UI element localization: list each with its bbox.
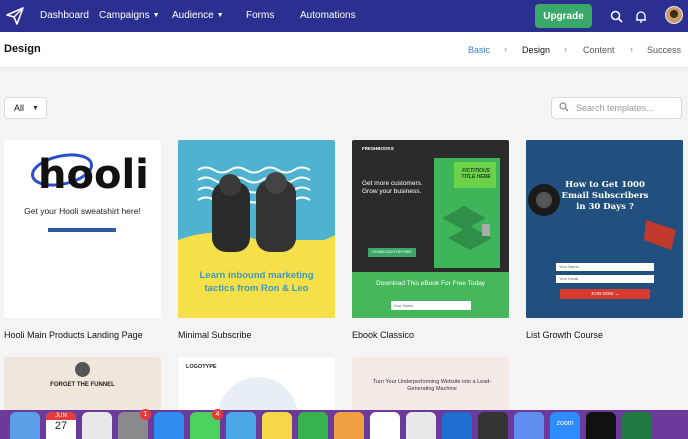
thumb-cta: Download This eBook For Free Today [376, 280, 485, 287]
thumb-cta: JOIN NOW → [560, 289, 650, 299]
template-card-minimal-subscribe[interactable]: Learn inbound marketing tactics from Ron… [178, 140, 335, 340]
template-thumbnail: hooli Get your Hooli sweatshirt here! [4, 140, 161, 318]
terminal-icon[interactable] [586, 412, 616, 439]
excel-icon[interactable] [622, 412, 652, 439]
avatar[interactable] [665, 6, 683, 24]
thumb-text: Get your Hooli sweatshirt here! [24, 206, 141, 216]
hooli-logo: hooli [31, 152, 149, 232]
template-name: List Growth Course [526, 330, 604, 340]
outlook-icon[interactable] [442, 412, 472, 439]
figma-icon[interactable] [478, 412, 508, 439]
maps-icon[interactable] [226, 412, 256, 439]
nav-campaigns[interactable]: Campaigns ▼ [99, 10, 160, 21]
search-icon [559, 99, 569, 117]
nav-dashboard-label: Dashboard [40, 10, 89, 21]
template-thumbnail: How to Get 1000 Email Subscribers in 30 … [526, 140, 683, 318]
top-nav: Dashboard Campaigns ▼ Audience ▼ Forms Aut… [0, 0, 688, 32]
calendar-month: JUN [46, 412, 76, 420]
page-header: Design Basic › Design › Content › Succes… [0, 32, 688, 68]
bell-icon[interactable] [633, 8, 649, 24]
finder-icon[interactable] [10, 412, 40, 439]
thumb-text: LOGOTYPE [186, 364, 217, 370]
thumb-field: Your Email [556, 275, 654, 283]
nav-forms-label: Forms [246, 10, 275, 21]
template-card-list-growth-course[interactable]: How to Get 1000 Email Subscribers in 30 … [526, 140, 683, 340]
pages-icon[interactable] [334, 412, 364, 439]
launchpad-icon[interactable] [82, 412, 112, 439]
thumb-brand: FRESHBOOKS [362, 146, 394, 151]
template-name: Hooli Main Products Landing Page [4, 330, 143, 340]
nav-audience-label: Audience [172, 10, 214, 21]
template-card-lead-generating[interactable]: Turn Your Underperforming Website into a… [352, 357, 509, 417]
thumb-button: DOWNLOAD FOR FREE [368, 248, 416, 257]
thumb-headline: How to Get 1000 Email Subscribers in 30 … [561, 180, 649, 213]
nav-audience[interactable]: Audience ▼ [172, 10, 224, 21]
page-title: Design [4, 43, 41, 55]
category-select[interactable]: All ▼ [4, 97, 47, 119]
template-card-forget-the-funnel[interactable]: FORGET THE FUNNEL [4, 357, 161, 417]
thumb-headline: Get more customers. Grow your business. [362, 180, 423, 196]
thumb-text: FORGET THE FUNNEL [50, 382, 115, 388]
template-search[interactable] [551, 97, 682, 119]
thumb-text: Learn inbound marketing tactics from Ron… [199, 270, 314, 294]
notes-icon[interactable] [262, 412, 292, 439]
category-value: All [14, 103, 25, 113]
thumb-text: Turn Your Underperforming Website into a… [372, 379, 492, 393]
chevron-right-icon: › [504, 44, 507, 54]
app-icon[interactable] [514, 412, 544, 439]
zoom-icon[interactable]: zoom [550, 412, 580, 439]
slack-icon[interactable] [370, 412, 400, 439]
settings-icon[interactable]: 1 [118, 409, 151, 439]
notification-badge: 4 [212, 409, 223, 420]
template-card-logotype[interactable]: LOGOTYPE [178, 357, 335, 417]
thumb-logo [75, 362, 90, 377]
nav-dashboard[interactable]: Dashboard [40, 10, 89, 21]
chevron-down-icon: ▼ [32, 104, 39, 112]
template-card-hooli[interactable]: hooli Get your Hooli sweatshirt here! Ho… [4, 140, 161, 340]
chevron-down-icon: ▼ [216, 12, 224, 19]
template-thumbnail: FRESHBOOKS Get more customers. Grow your… [352, 140, 509, 318]
thumb-footer: Download This eBook For Free Today Your … [352, 272, 509, 318]
app-store-icon[interactable] [154, 412, 184, 439]
paper-plane-icon[interactable] [4, 5, 26, 27]
hooli-logo-text: hooli [38, 152, 149, 198]
step-basic[interactable]: Basic [468, 45, 490, 55]
dock-apps: JUN 27 1 4 zoom [0, 409, 688, 439]
step-design[interactable]: Design [522, 45, 550, 55]
chevron-down-icon: ▼ [152, 12, 160, 19]
thumb-badge: FICTITIOUS TITLE HERE [461, 168, 491, 180]
thumb-field: Your Name [556, 263, 654, 271]
chrome-icon[interactable] [406, 412, 436, 439]
search-icon[interactable] [608, 8, 624, 24]
nav-forms[interactable]: Forms [246, 10, 274, 21]
upgrade-button[interactable]: Upgrade [535, 4, 592, 28]
template-card-ebook-classico[interactable]: FRESHBOOKS Get more customers. Grow your… [352, 140, 509, 340]
template-thumbnail: Learn inbound marketing tactics from Ron… [178, 140, 335, 318]
step-content[interactable]: Content [583, 45, 615, 55]
calendar-icon[interactable]: JUN 27 [46, 412, 76, 439]
template-thumbnail: Turn Your Underperforming Website into a… [352, 357, 509, 417]
calendar-day: 27 [54, 420, 68, 432]
template-name: Minimal Subscribe [178, 330, 252, 340]
nav-automations-label: Automations [300, 10, 356, 21]
thumb-field: Your Name [390, 301, 471, 310]
chevron-right-icon: › [630, 44, 633, 54]
notification-badge: 1 [140, 409, 151, 420]
numbers-icon[interactable] [298, 412, 328, 439]
nav-automations[interactable]: Automations [300, 10, 356, 21]
nav-campaigns-label: Campaigns [99, 10, 150, 21]
template-thumbnail: LOGOTYPE [178, 357, 335, 417]
template-name: Ebook Classico [352, 330, 415, 340]
step-success[interactable]: Success [647, 45, 681, 55]
search-input[interactable] [576, 103, 676, 113]
template-thumbnail: FORGET THE FUNNEL [4, 357, 161, 417]
messages-icon[interactable]: 4 [190, 409, 223, 439]
chevron-right-icon: › [564, 44, 567, 54]
